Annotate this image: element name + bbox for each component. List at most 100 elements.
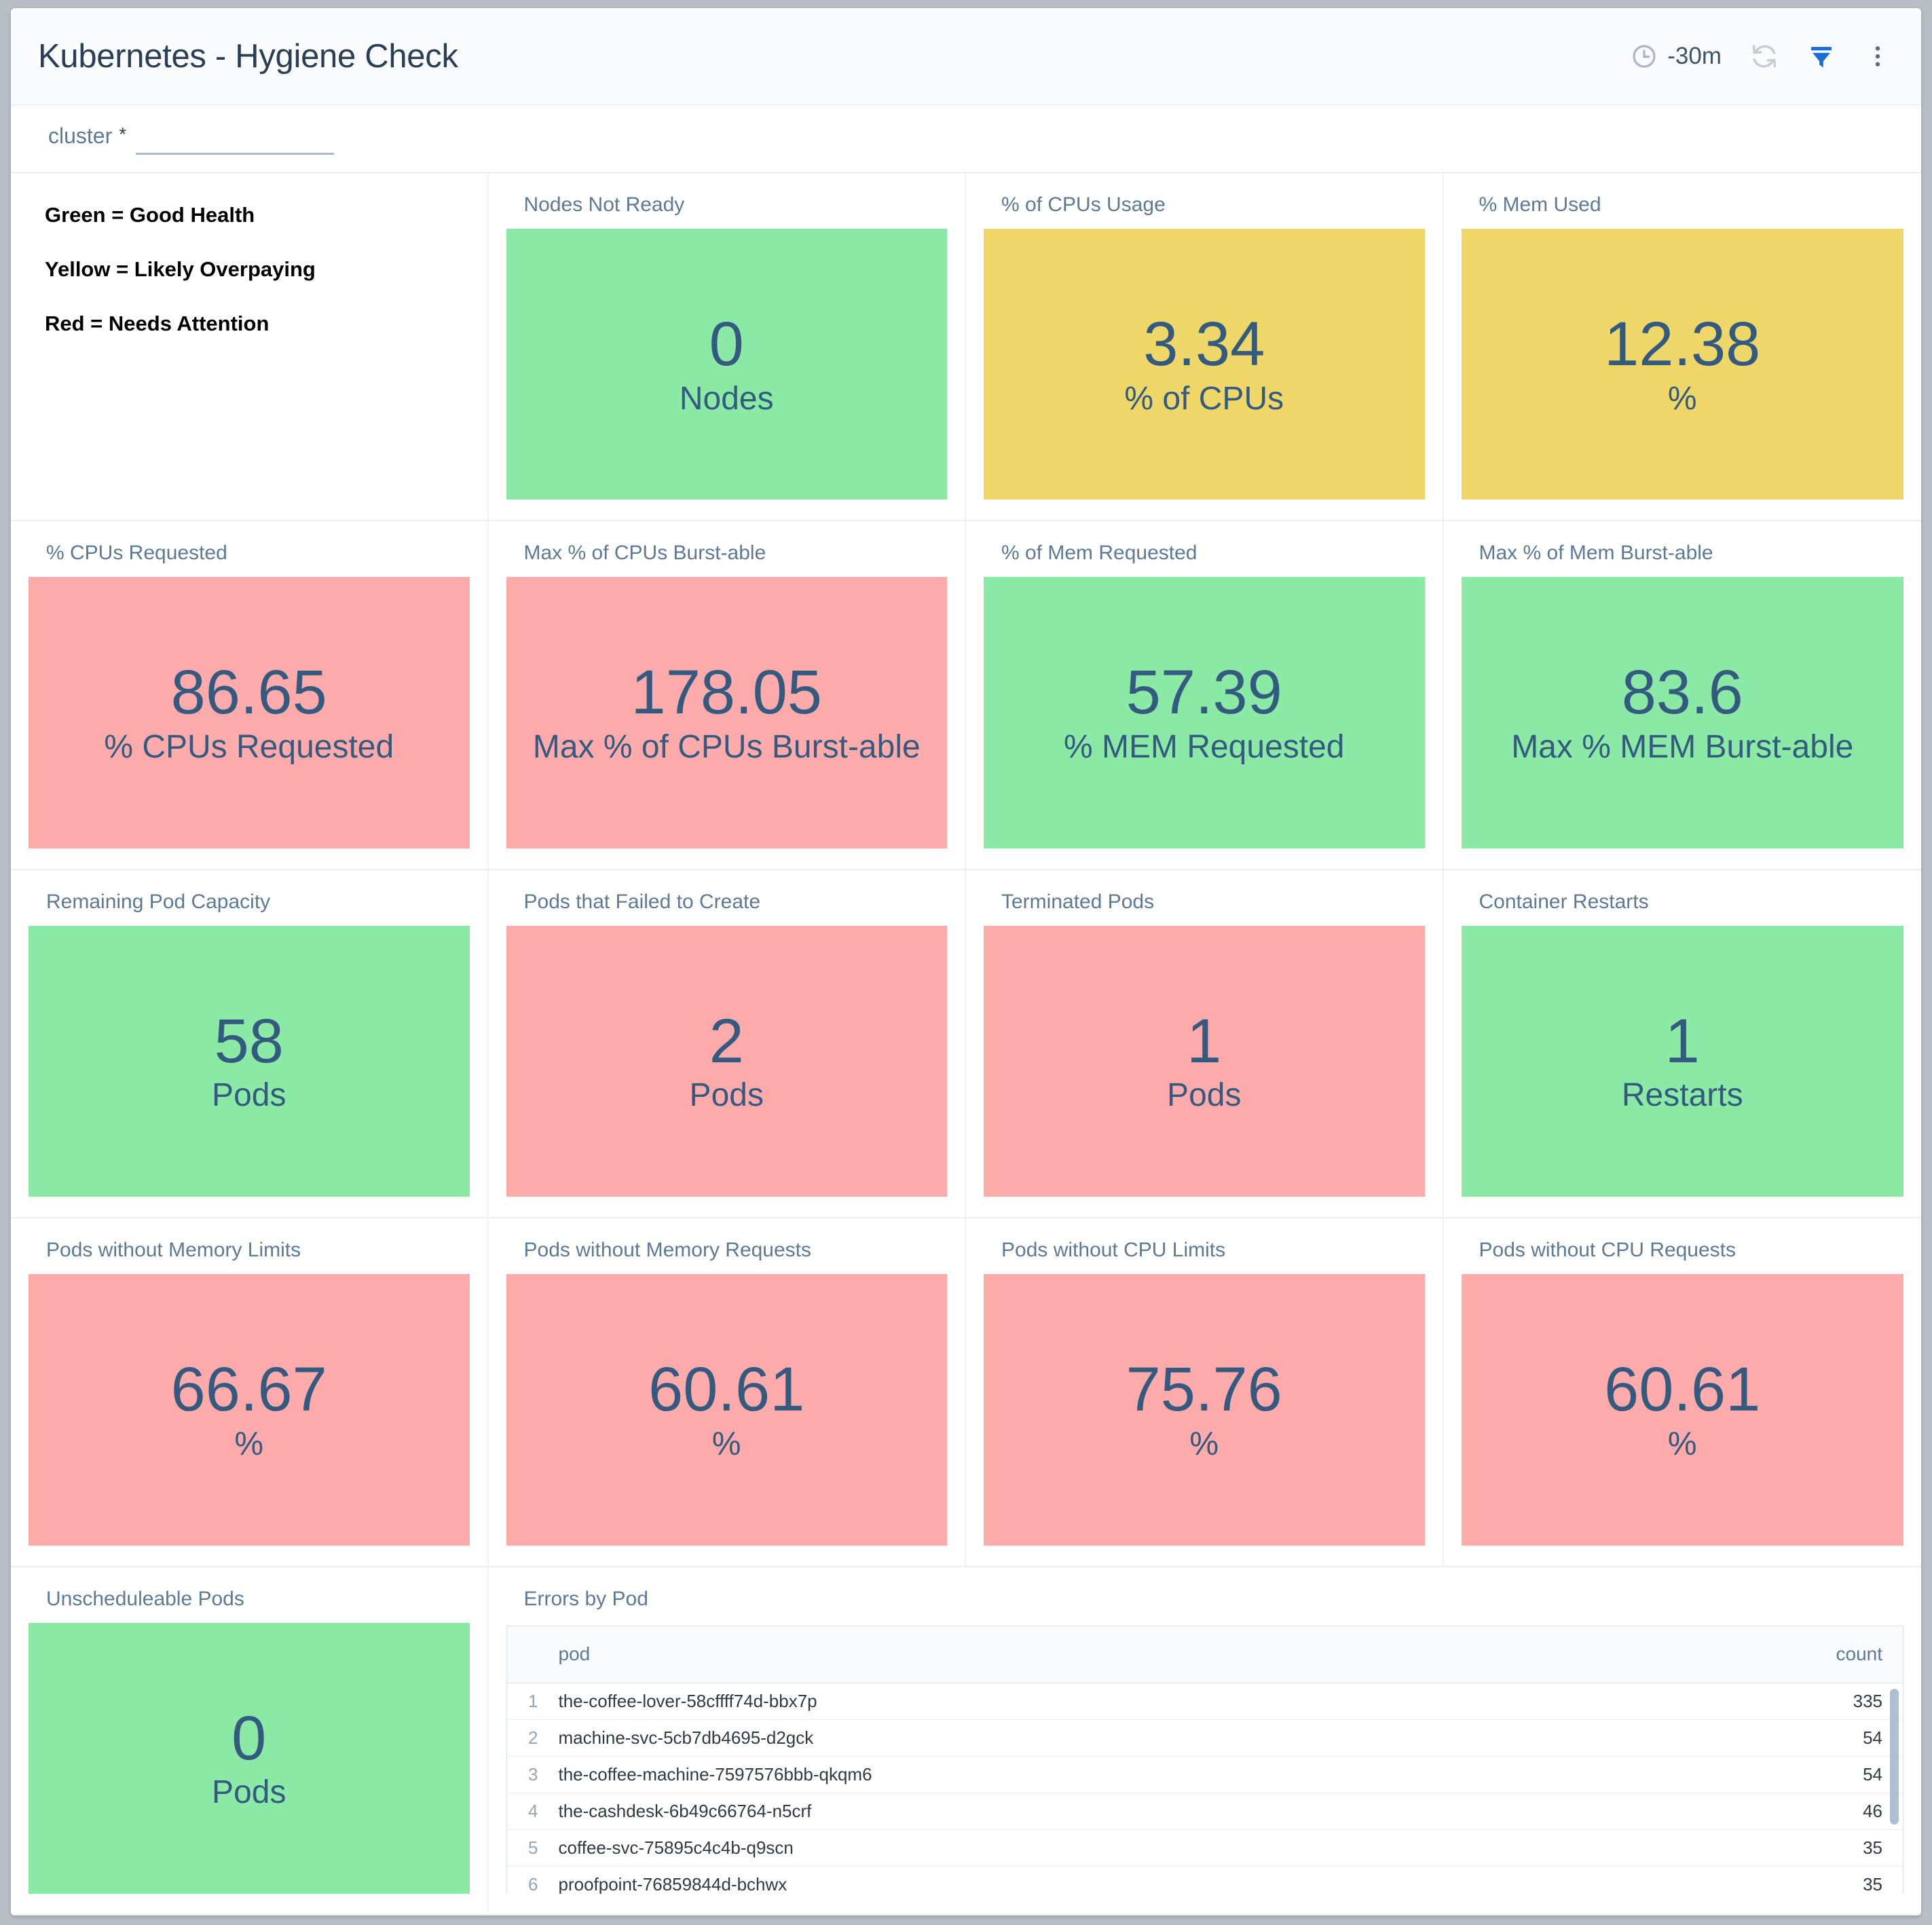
metric-tile: 60.61 %	[506, 1274, 948, 1545]
metric-value: 0	[709, 312, 744, 377]
metric-tile: 58 Pods	[29, 926, 470, 1197]
panel-title: Pods without CPU Limits	[1001, 1239, 1425, 1262]
metric-label: Pods	[212, 1775, 286, 1811]
panel-mem-requested[interactable]: % of Mem Requested 57.39 % MEM Requested	[966, 521, 1444, 870]
table-row[interactable]: 2 machine-svc-5cb7db4695-d2gck 54	[507, 1720, 1903, 1757]
cell-count: 54	[1781, 1764, 1882, 1785]
metric-tile: 3.34 % of CPUs	[984, 229, 1425, 500]
filter-icon[interactable]	[1807, 42, 1836, 71]
dashboard-window: Kubernetes - Hygiene Check -30m	[11, 8, 1921, 1915]
panel-row-1: Green = Good Health Yellow = Likely Over…	[11, 173, 1921, 521]
panel-title: % of Mem Requested	[1001, 542, 1425, 565]
metric-tile: 60.61 %	[1462, 1274, 1904, 1545]
panel-pods-without-memory-requests[interactable]: Pods without Memory Requests 60.61 %	[489, 1218, 967, 1567]
cluster-input[interactable]	[136, 124, 334, 155]
metric-value: 58	[215, 1009, 284, 1074]
panel-pods-without-memory-limits[interactable]: Pods without Memory Limits 66.67 %	[11, 1218, 489, 1567]
panel-cpus-requested[interactable]: % CPUs Requested 86.65 % CPUs Requested	[11, 521, 489, 870]
panel-max-mem-burstable[interactable]: Max % of Mem Burst-able 83.6 Max % MEM B…	[1444, 521, 1922, 870]
panel-nodes-not-ready[interactable]: Nodes Not Ready 0 Nodes	[489, 173, 967, 521]
metric-tile: 12.38 %	[1462, 229, 1904, 500]
metric-value: 1	[1665, 1009, 1700, 1074]
errors-table: pod count 1 the-coffee-lover-58cffff74d-…	[506, 1626, 1904, 1894]
panel-remaining-pod-capacity[interactable]: Remaining Pod Capacity 58 Pods	[11, 870, 489, 1218]
metric-label: Pods	[1167, 1078, 1241, 1114]
table-row[interactable]: 6 proofpoint-76859844d-bchwx 35	[507, 1867, 1903, 1894]
metric-label: %	[1668, 381, 1697, 417]
panel-pods-failed-to-create[interactable]: Pods that Failed to Create 2 Pods	[489, 870, 967, 1218]
filter-bar: cluster *	[11, 105, 1921, 173]
cluster-filter[interactable]: cluster *	[48, 124, 334, 155]
panel-terminated-pods[interactable]: Terminated Pods 1 Pods	[966, 870, 1444, 1218]
cell-count: 35	[1781, 1874, 1882, 1894]
table-body: 1 the-coffee-lover-58cffff74d-bbx7p 335 …	[507, 1683, 1903, 1894]
cell-pod: proofpoint-76859844d-bchwx	[556, 1874, 1781, 1894]
time-range-picker[interactable]: -30m	[1631, 43, 1722, 70]
table-row[interactable]: 4 the-cashdesk-6b49c66764-n5crf 46	[507, 1793, 1903, 1830]
panel-pods-without-cpu-requests[interactable]: Pods without CPU Requests 60.61 %	[1444, 1218, 1922, 1567]
panel-pods-without-cpu-limits[interactable]: Pods without CPU Limits 75.76 %	[966, 1218, 1444, 1567]
metric-value: 83.6	[1622, 660, 1743, 726]
required-marker: *	[119, 125, 126, 144]
metric-value: 75.76	[1126, 1357, 1282, 1423]
panel-title: % of CPUs Usage	[1001, 193, 1425, 217]
panel-unscheduleable-pods[interactable]: Unscheduleable Pods 0 Pods	[11, 1567, 489, 1915]
panel-mem-used[interactable]: % Mem Used 12.38 %	[1444, 173, 1922, 521]
metric-tile: 1 Pods	[984, 926, 1425, 1197]
refresh-icon[interactable]	[1750, 42, 1779, 71]
table-row[interactable]: 1 the-coffee-lover-58cffff74d-bbx7p 335	[507, 1683, 1903, 1720]
panel-max-cpus-burstable[interactable]: Max % of CPUs Burst-able 178.05 Max % of…	[489, 521, 967, 870]
table-scrollbar[interactable]	[1890, 1689, 1899, 1825]
metric-label: Max % of CPUs Burst-able	[533, 730, 921, 766]
metric-label: %	[1668, 1427, 1697, 1463]
column-header-pod[interactable]: pod	[556, 1643, 1781, 1665]
metric-tile: 83.6 Max % MEM Burst-able	[1462, 577, 1904, 848]
metric-label: Max % MEM Burst-able	[1511, 730, 1853, 766]
panel-title: Unscheduleable Pods	[46, 1588, 470, 1611]
metric-tile: 66.67 %	[29, 1274, 470, 1545]
cell-pod: the-coffee-machine-7597576bbb-qkqm6	[556, 1764, 1781, 1785]
metric-label: Pods	[212, 1078, 286, 1114]
cell-pod: machine-svc-5cb7db4695-d2gck	[556, 1727, 1781, 1749]
metric-label: Restarts	[1622, 1078, 1743, 1114]
table-row[interactable]: 3 the-coffee-machine-7597576bbb-qkqm6 54	[507, 1757, 1903, 1793]
row-index: 3	[507, 1764, 556, 1785]
metric-tile: 75.76 %	[984, 1274, 1425, 1545]
metric-tile: 0 Pods	[29, 1623, 470, 1894]
metric-label: %	[234, 1427, 263, 1463]
panel-title: Pods that Failed to Create	[524, 891, 948, 914]
metric-value: 1	[1187, 1009, 1221, 1074]
metric-value: 66.67	[171, 1357, 327, 1423]
panel-title: Pods without CPU Requests	[1479, 1239, 1904, 1262]
panel-errors-by-pod[interactable]: Errors by Pod pod count 1 the-coffee-lov…	[489, 1567, 1922, 1915]
kebab-menu-icon[interactable]	[1864, 43, 1891, 70]
panel-grid: Green = Good Health Yellow = Likely Over…	[11, 173, 1921, 1915]
cell-pod: the-cashdesk-6b49c66764-n5crf	[556, 1801, 1781, 1822]
panel-row-3: Remaining Pod Capacity 58 Pods Pods that…	[11, 870, 1921, 1218]
panel-cpu-usage[interactable]: % of CPUs Usage 3.34 % of CPUs	[966, 173, 1444, 521]
time-range-label: -30m	[1667, 43, 1722, 70]
panel-title: Remaining Pod Capacity	[46, 891, 470, 914]
table-row[interactable]: 5 coffee-svc-75895c4c4b-q9scn 35	[507, 1830, 1903, 1867]
column-header-count[interactable]: count	[1781, 1643, 1882, 1665]
metric-tile: 57.39 % MEM Requested	[984, 577, 1425, 848]
cell-pod: the-coffee-lover-58cffff74d-bbx7p	[556, 1691, 1781, 1712]
legend-line-green: Green = Good Health	[45, 203, 470, 227]
metric-tile: 0 Nodes	[506, 229, 948, 500]
panel-row-2: % CPUs Requested 86.65 % CPUs Requested …	[11, 521, 1921, 870]
panel-title: Container Restarts	[1479, 891, 1904, 914]
legend-line-red: Red = Needs Attention	[45, 312, 470, 336]
cell-pod: coffee-svc-75895c4c4b-q9scn	[556, 1837, 1781, 1858]
metric-value: 60.61	[648, 1357, 804, 1423]
panel-title: Pods without Memory Requests	[524, 1239, 948, 1262]
metric-tile: 1 Restarts	[1462, 926, 1904, 1197]
table-header-row: pod count	[507, 1626, 1903, 1683]
metric-tile: 2 Pods	[506, 926, 948, 1197]
panel-container-restarts[interactable]: Container Restarts 1 Restarts	[1444, 870, 1922, 1218]
dashboard-header: Kubernetes - Hygiene Check -30m	[11, 8, 1921, 105]
metric-value: 86.65	[171, 660, 327, 726]
header-toolbar: -30m	[1631, 42, 1891, 71]
panel-title: Nodes Not Ready	[524, 193, 948, 217]
panel-title: Errors by Pod	[524, 1588, 1904, 1611]
metric-value: 12.38	[1604, 312, 1760, 377]
